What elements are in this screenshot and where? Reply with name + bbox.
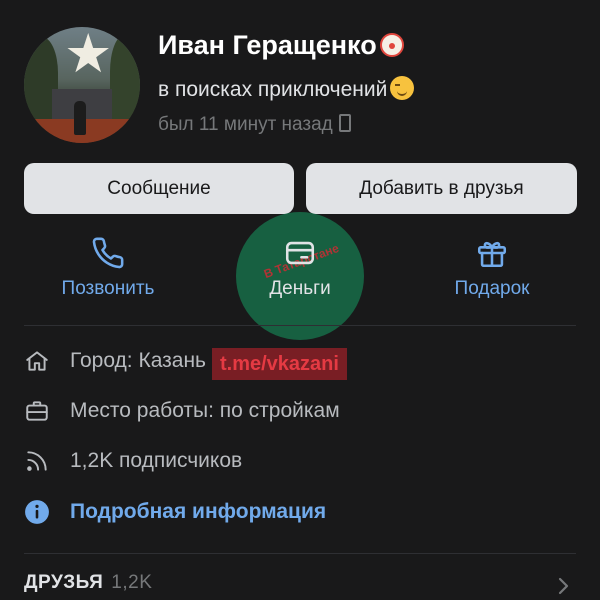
clown-face-icon	[379, 33, 404, 57]
money-action-label: Деньги	[269, 278, 331, 299]
message-button-label: Сообщение	[107, 177, 211, 199]
gift-action-label: Подарок	[454, 278, 530, 299]
gift-action[interactable]: Подарок	[422, 236, 562, 300]
call-action[interactable]: Позвонить	[38, 236, 178, 300]
info-work-text: Место работы: по стройкам	[70, 399, 340, 422]
info-city-text: Город: Казань	[70, 349, 206, 372]
add-friend-button-label: Добавить в друзья	[359, 177, 524, 199]
avatar-person	[74, 101, 86, 135]
mobile-phone-icon	[338, 114, 351, 132]
info-followers[interactable]: 1,2K подписчиков	[24, 446, 242, 476]
money-action[interactable]: Деньги	[230, 236, 370, 300]
details-link[interactable]: Подробная информация	[24, 497, 326, 527]
last-seen: был 11 минут назад	[158, 114, 351, 136]
avatar[interactable]: ★	[24, 27, 140, 143]
message-button[interactable]: Сообщение	[24, 163, 294, 214]
profile-name-text: Иван Геращенко	[158, 30, 377, 60]
winking-face-icon	[390, 76, 415, 100]
friends-label: ДРУЗЬЯ	[24, 572, 104, 593]
friends-count: 1,2K	[111, 572, 153, 593]
profile-name: Иван Геращенко	[158, 30, 404, 61]
avatar-trees-right	[110, 35, 140, 127]
last-seen-text: был 11 минут назад	[158, 114, 333, 135]
profile-status-text: в поисках приключений	[158, 78, 388, 101]
info-city: Город: Казань	[24, 346, 206, 376]
call-action-label: Позвонить	[61, 278, 155, 299]
info-followers-text: 1,2K подписчиков	[70, 449, 243, 472]
watermark-link: t.me/vkazani	[212, 348, 347, 380]
rss-icon	[27, 451, 47, 471]
chevron-right-icon[interactable]	[556, 576, 570, 596]
phone-icon	[92, 237, 124, 269]
briefcase-icon	[26, 401, 48, 421]
info-work: Место работы: по стройкам	[24, 396, 340, 426]
money-card-icon	[285, 241, 315, 265]
info-icon	[25, 500, 49, 524]
home-icon	[26, 351, 48, 371]
add-friend-button[interactable]: Добавить в друзья	[306, 163, 577, 214]
profile-status: в поисках приключений	[158, 76, 415, 102]
friends-header[interactable]: ДРУЗЬЯ 1,2K	[24, 572, 152, 594]
details-link-text: Подробная информация	[70, 500, 327, 523]
star-icon: ★	[64, 27, 113, 84]
divider	[24, 553, 576, 554]
gift-icon	[477, 241, 507, 268]
divider	[24, 325, 576, 326]
